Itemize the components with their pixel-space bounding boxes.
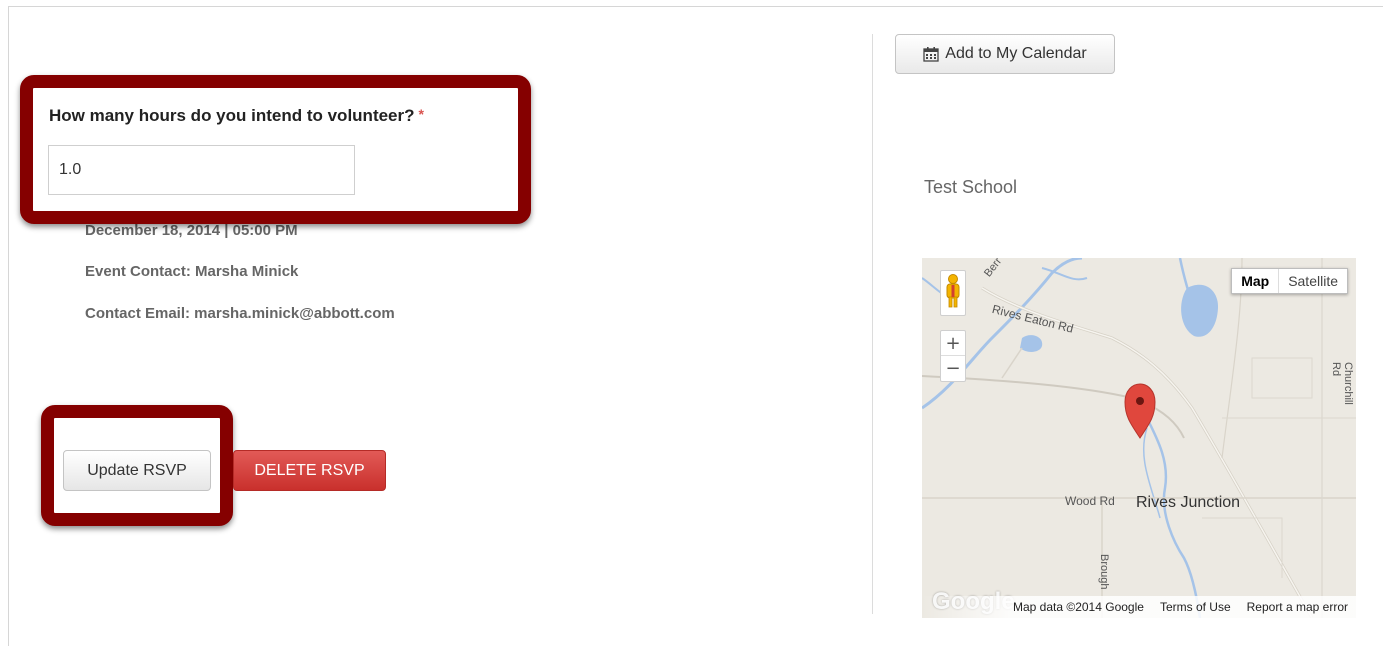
zoom-control: + − bbox=[940, 330, 966, 382]
contact-email: Contact Email: marsha.minick@abbott.com bbox=[85, 305, 395, 322]
zoom-in-button[interactable]: + bbox=[941, 331, 965, 356]
location-name: Test School bbox=[924, 177, 1018, 197]
add-to-calendar-button[interactable]: Add to My Calendar bbox=[895, 34, 1115, 74]
update-rsvp-button[interactable]: Update RSVP bbox=[63, 450, 211, 491]
calendar-button-label: Add to My Calendar bbox=[945, 45, 1087, 62]
map-type-control: Map Satellite bbox=[1231, 268, 1348, 294]
map-tiles bbox=[922, 258, 1356, 618]
street-view-pegman-icon[interactable] bbox=[940, 270, 966, 316]
map-data-attribution: Map data ©2014 Google bbox=[1013, 600, 1144, 614]
zoom-out-button[interactable]: − bbox=[941, 356, 965, 381]
calendar-icon bbox=[923, 46, 939, 62]
map-footer: Map data ©2014 Google Terms of Use Repor… bbox=[922, 596, 1356, 618]
hours-question-text: How many hours do you intend to voluntee… bbox=[49, 106, 415, 125]
delete-rsvp-button[interactable]: DELETE RSVP bbox=[233, 450, 386, 491]
map-label-brough: Brough bbox=[1098, 554, 1110, 590]
map-type-satellite-button[interactable]: Satellite bbox=[1279, 269, 1347, 293]
map-label-wood-rd: Wood Rd bbox=[1065, 494, 1115, 508]
map-type-map-button[interactable]: Map bbox=[1232, 269, 1280, 293]
map-label-churchill: Churchill Rd bbox=[1330, 362, 1354, 405]
required-asterisk: * bbox=[418, 106, 424, 122]
hours-question-label: How many hours do you intend to voluntee… bbox=[49, 106, 424, 126]
hours-input[interactable] bbox=[48, 145, 355, 195]
map[interactable]: + − Map Satellite Rives Eaton Rd Berr Wo… bbox=[922, 258, 1356, 618]
map-marker-icon[interactable] bbox=[1124, 383, 1156, 439]
map-label-rives-junction: Rives Junction bbox=[1136, 494, 1241, 511]
event-date: December 18, 2014 | 05:00 PM bbox=[85, 222, 298, 239]
report-map-error-link[interactable]: Report a map error bbox=[1247, 600, 1348, 614]
event-contact: Event Contact: Marsha Minick bbox=[85, 263, 299, 280]
terms-of-use-link[interactable]: Terms of Use bbox=[1160, 600, 1231, 614]
column-divider bbox=[872, 34, 873, 614]
